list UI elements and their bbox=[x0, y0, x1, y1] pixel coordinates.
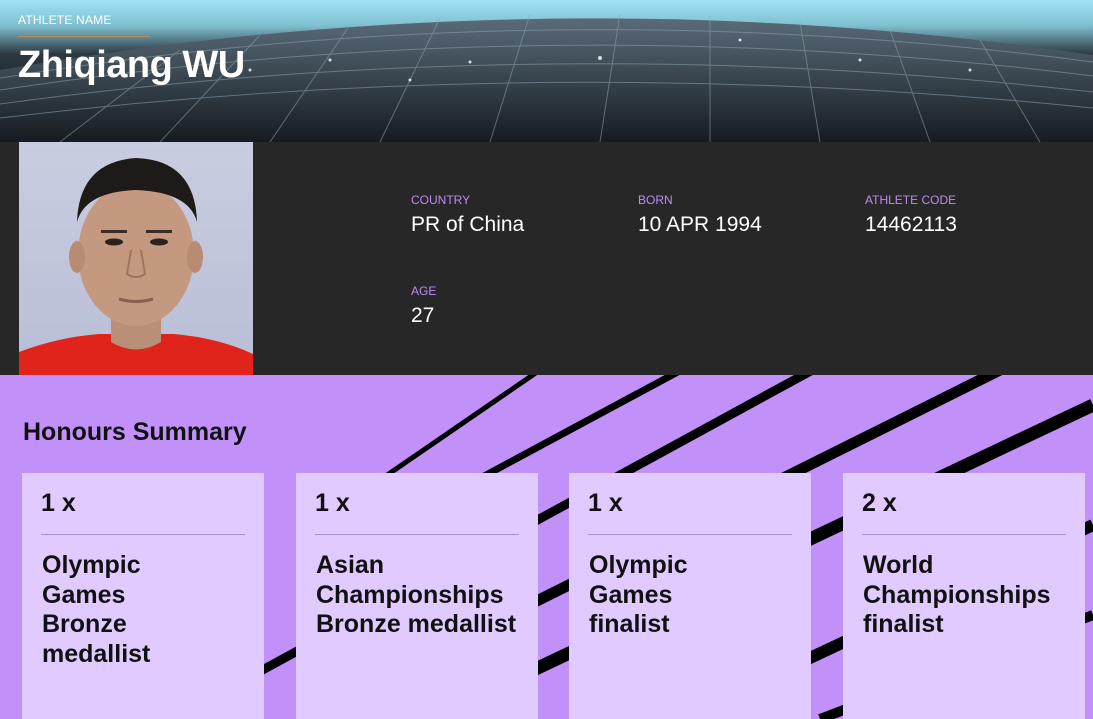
card-divider bbox=[588, 534, 792, 535]
honour-count: 1 x bbox=[588, 489, 623, 517]
honour-card: 2 x World Championships finalist bbox=[843, 473, 1085, 719]
honour-title: Asian Championships Bronze medallist bbox=[316, 551, 517, 638]
athlete-code-value: 14462113 bbox=[865, 213, 957, 236]
age-value: 27 bbox=[411, 304, 435, 327]
card-divider bbox=[315, 534, 519, 535]
country-value: PR of China bbox=[411, 213, 525, 236]
honour-count: 1 x bbox=[41, 489, 76, 517]
athlete-photo bbox=[19, 142, 253, 375]
honour-card: 1 x Olympic Games finalist bbox=[569, 473, 811, 719]
hero-banner: ATHLETE NAME Zhiqiang WU bbox=[0, 0, 1093, 142]
card-divider bbox=[862, 534, 1066, 535]
honour-title: Olympic Games Bronze medallist bbox=[42, 551, 151, 668]
born-label: BORN bbox=[638, 193, 673, 207]
honour-count: 2 x bbox=[862, 489, 897, 517]
athlete-name-label: ATHLETE NAME bbox=[18, 13, 112, 27]
honour-title: Olympic Games finalist bbox=[589, 551, 688, 638]
title-underline bbox=[18, 36, 150, 37]
honour-card: 1 x Asian Championships Bronze medallist bbox=[296, 473, 538, 719]
card-divider bbox=[41, 534, 245, 535]
honour-title: World Championships finalist bbox=[863, 551, 1051, 638]
age-label: AGE bbox=[411, 284, 437, 298]
country-label: COUNTRY bbox=[411, 193, 471, 207]
honours-summary-heading: Honours Summary bbox=[23, 418, 247, 446]
honour-card: 1 x Olympic Games Bronze medallist bbox=[22, 473, 264, 719]
athlete-name: Zhiqiang WU bbox=[18, 44, 245, 86]
athlete-portrait-image bbox=[19, 158, 253, 375]
born-value: 10 APR 1994 bbox=[638, 213, 762, 236]
athlete-code-label: ATHLETE CODE bbox=[865, 193, 957, 207]
honour-count: 1 x bbox=[315, 489, 350, 517]
